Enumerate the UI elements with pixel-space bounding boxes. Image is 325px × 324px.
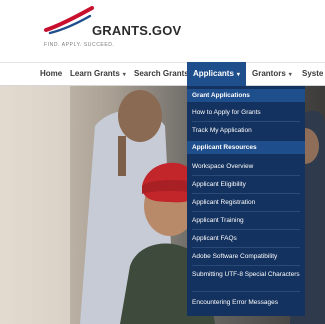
applicants-dropdown-menu: Grant Applications How to Apply for Gran…: [187, 86, 305, 316]
nav-item-system[interactable]: Syste: [302, 63, 323, 85]
dropdown-item-track-application[interactable]: Track My Application: [187, 126, 305, 135]
dropdown-item-utf8-characters[interactable]: Submitting UTF-8 Special Characters: [187, 270, 305, 279]
dropdown-item-adobe-compatibility[interactable]: Adobe Software Compatibility: [187, 252, 305, 261]
dropdown-heading-applicant-resources[interactable]: Applicant Resources: [187, 141, 305, 154]
grants-gov-logo[interactable]: GRANTS.GOV FIND. APPLY. SUCCEED.: [40, 6, 190, 52]
site-header: GRANTS.GOV FIND. APPLY. SUCCEED.: [0, 0, 325, 62]
nav-item-search-grants[interactable]: Search Grants: [134, 63, 189, 85]
dropdown-item-applicant-faqs[interactable]: Applicant FAQs: [187, 234, 305, 243]
dropdown-item-error-messages[interactable]: Encountering Error Messages: [187, 298, 305, 307]
nav-item-learn-grants[interactable]: Learn Grants ▾: [70, 63, 126, 85]
nav-item-applicants[interactable]: Applicants ▾: [187, 62, 246, 86]
logo-wordmark: GRANTS.GOV: [92, 23, 182, 38]
chevron-down-icon: ▾: [122, 72, 126, 78]
nav-item-label: Grantors: [252, 69, 286, 78]
dropdown-divider: [192, 211, 300, 212]
dropdown-item-workspace-overview[interactable]: Workspace Overview: [187, 162, 305, 171]
dropdown-heading-grant-applications[interactable]: Grant Applications: [187, 89, 305, 102]
dropdown-item-applicant-training[interactable]: Applicant Training: [187, 216, 305, 225]
dropdown-divider: [192, 291, 300, 292]
dropdown-divider: [192, 229, 300, 230]
chevron-down-icon: ▾: [236, 72, 240, 78]
dropdown-divider: [192, 247, 300, 248]
nav-item-label: Home: [40, 69, 63, 78]
dropdown-item-applicant-registration[interactable]: Applicant Registration: [187, 198, 305, 207]
dropdown-divider: [192, 175, 300, 176]
dropdown-divider: [192, 193, 300, 194]
logo-swoosh-icon: [44, 6, 94, 35]
dropdown-item-applicant-eligibility[interactable]: Applicant Eligibility: [187, 180, 305, 189]
chevron-down-icon: ▾: [288, 72, 292, 78]
dropdown-divider: [192, 121, 300, 122]
nav-item-home[interactable]: Home: [40, 63, 62, 85]
main-nav: Home Learn Grants ▾ Search Grants Applica…: [0, 62, 325, 86]
nav-item-label: Applicants: [193, 69, 234, 78]
dropdown-divider: [192, 265, 300, 266]
dropdown-item-how-to-apply[interactable]: How to Apply for Grants: [187, 108, 305, 117]
nav-item-label: Syste: [302, 69, 324, 78]
nav-item-label: Learn Grants: [70, 69, 120, 78]
logo-tagline: FIND. APPLY. SUCCEED.: [44, 42, 115, 48]
nav-item-grantors[interactable]: Grantors ▾: [252, 63, 292, 85]
nav-item-label: Search Grants: [134, 69, 189, 78]
